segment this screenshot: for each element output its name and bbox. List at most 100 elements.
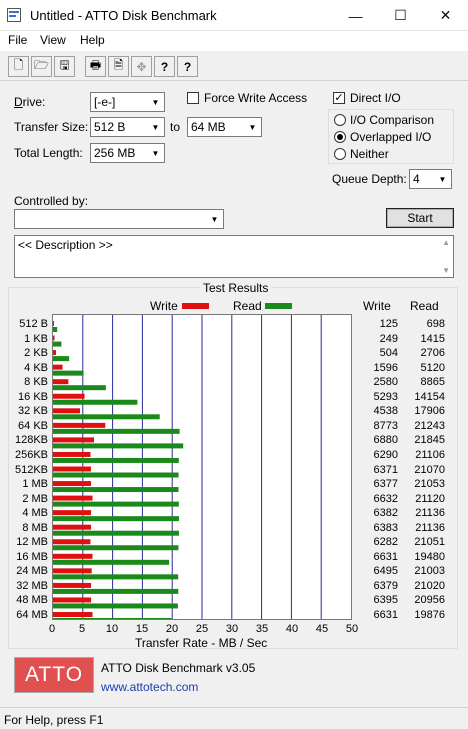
size-label: 8 MB [22, 521, 48, 534]
chevron-down-icon: ▼ [151, 97, 160, 107]
move-icon[interactable]: ✥ [131, 56, 152, 77]
write-value: 5293 [373, 390, 398, 403]
chevron-down-icon: ▼ [151, 122, 160, 132]
x-tick-label: 25 [195, 623, 209, 635]
transfer-to-select[interactable]: 64 MB ▼ [187, 117, 262, 137]
x-tick-label: 45 [315, 623, 329, 635]
menu-bar [0, 31, 468, 51]
write-bar [53, 495, 93, 501]
queue-depth-label: Queue Depth: [332, 172, 407, 186]
read-value: 21053 [414, 478, 445, 491]
write-value: 6631 [373, 609, 398, 621]
overlapped-io-radio[interactable] [334, 131, 346, 143]
transfer-from-select[interactable]: 512 B ▼ [90, 117, 165, 137]
total-length-value: 256 MB [94, 146, 136, 160]
chart-svg [53, 315, 322, 623]
open-folder-icon[interactable]: 🗁 [31, 56, 52, 77]
status-text: For Help, press F1 [4, 713, 104, 727]
transfer-from-value: 512 B [94, 120, 126, 134]
size-label: 1 MB [22, 478, 48, 491]
chevron-down-icon: ▼ [438, 174, 447, 184]
write-value: 6371 [373, 463, 398, 476]
description-textarea[interactable]: << Description >> ▲ ▼ [14, 235, 454, 278]
read-bar [53, 574, 179, 580]
io-comparison-radio[interactable] [334, 114, 346, 126]
read-bar [53, 370, 84, 376]
drive-select[interactable]: [-e-] ▼ [90, 92, 165, 112]
menu-help[interactable]: Help [80, 33, 105, 47]
read-value: 1415 [420, 332, 445, 345]
window-title: Untitled - ATTO Disk Benchmark [30, 8, 217, 23]
save-icon[interactable]: 🖫 [54, 56, 75, 77]
write-bar [53, 335, 55, 341]
legend-read-label: Read [233, 299, 262, 313]
x-tick-label: 40 [285, 623, 299, 635]
menu-file[interactable]: File [8, 33, 27, 47]
write-bar [53, 582, 92, 588]
write-value: 2580 [373, 376, 398, 389]
read-value: 21051 [414, 536, 445, 549]
read-value: 21070 [414, 463, 445, 476]
read-value: 21136 [415, 507, 445, 520]
transfer-size-label: Transfer Size: [14, 120, 89, 134]
overlapped-io-label: Overlapped I/O [350, 130, 432, 144]
write-value: 6282 [373, 536, 398, 549]
read-bar [53, 443, 184, 449]
drive-label-rest: rive: [22, 95, 46, 109]
write-value: 8773 [373, 419, 398, 432]
read-value: 21120 [415, 492, 445, 505]
read-bar [53, 399, 138, 405]
context-help-icon[interactable]: ? [177, 56, 198, 77]
start-button[interactable]: Start [386, 208, 454, 228]
read-bar [53, 457, 179, 463]
size-label: 16 MB [16, 550, 48, 563]
read-value: 19876 [414, 609, 445, 621]
controlled-by-label: Controlled by: [14, 194, 89, 208]
write-value: 6377 [373, 478, 398, 491]
write-bar [53, 539, 91, 545]
maximize-button[interactable]: ☐ [378, 0, 423, 31]
read-value: 20956 [414, 594, 445, 607]
read-bar [53, 501, 179, 507]
read-value: 21243 [414, 419, 445, 432]
neither-radio[interactable] [334, 148, 346, 160]
help-icon[interactable]: ? [154, 56, 175, 77]
size-label: 12 MB [16, 536, 48, 549]
new-file-icon[interactable]: 🗋 [8, 56, 29, 77]
menu-view[interactable]: View [40, 33, 66, 47]
x-tick-label: 30 [225, 623, 239, 635]
write-value: 6379 [373, 579, 398, 592]
x-tick-label: 5 [78, 623, 86, 635]
write-value: 6495 [373, 565, 398, 578]
chevron-down-icon: ▼ [248, 122, 257, 132]
drive-value: [-e-] [94, 95, 116, 109]
status-bar: For Help, press F1 [0, 707, 468, 729]
write-value: 6395 [373, 594, 398, 607]
write-value: 6290 [373, 448, 398, 461]
io-comparison-label: I/O Comparison [350, 113, 435, 127]
read-value: 8865 [420, 376, 445, 389]
read-value: 17906 [414, 405, 445, 418]
read-value: 14154 [414, 390, 445, 403]
queue-depth-select[interactable]: 4 ▼ [409, 169, 452, 189]
force-write-checkbox[interactable] [187, 92, 199, 104]
read-column-header: Read [410, 299, 439, 313]
scroll-down-icon[interactable]: ▼ [442, 266, 450, 275]
print-icon[interactable]: 🖶 [85, 56, 106, 77]
scroll-up-icon[interactable]: ▲ [442, 238, 450, 247]
write-bar [53, 524, 92, 530]
write-column-header: Write [363, 299, 391, 313]
controlled-by-select[interactable]: ▼ [14, 209, 224, 229]
direct-io-checkbox[interactable]: ✓ [333, 92, 345, 104]
write-bar [53, 379, 69, 385]
close-button[interactable]: ✕ [423, 0, 468, 31]
print-preview-icon[interactable]: 🗎 [108, 56, 129, 77]
read-bar [53, 356, 70, 362]
minimize-button[interactable]: — [333, 0, 378, 31]
write-value: 125 [379, 318, 398, 330]
write-bar [53, 510, 92, 516]
website-link[interactable]: www.attotech.com [101, 680, 198, 694]
x-tick-label: 0 [48, 623, 56, 635]
write-value: 6383 [373, 521, 398, 534]
total-length-select[interactable]: 256 MB ▼ [90, 143, 165, 163]
